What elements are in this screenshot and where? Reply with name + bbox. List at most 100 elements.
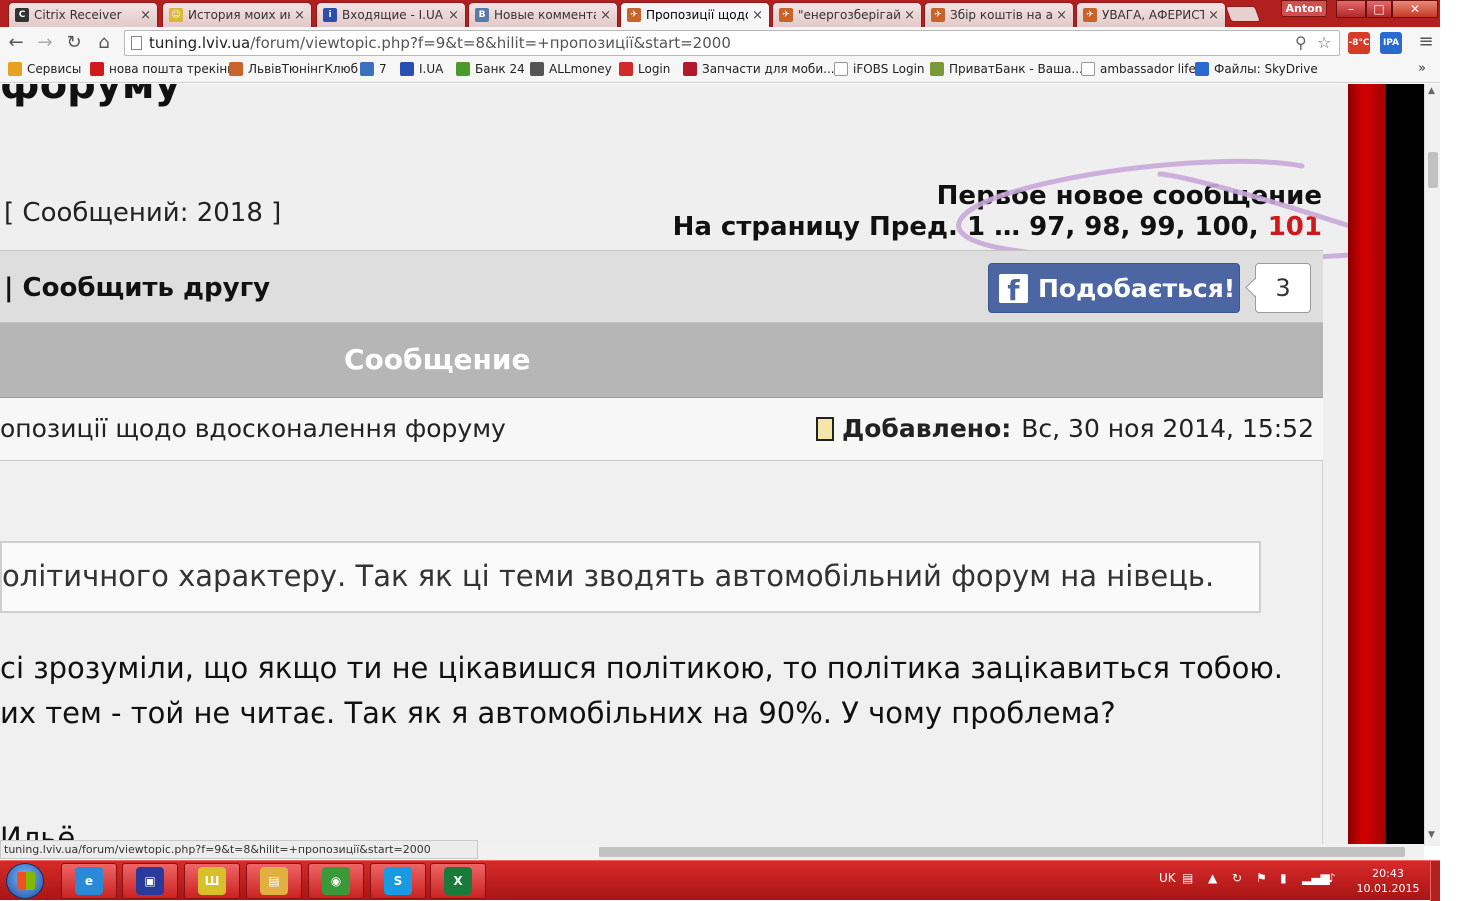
volume-icon[interactable]: ♪ bbox=[1328, 871, 1336, 885]
home-button[interactable]: ⌂ bbox=[92, 31, 116, 55]
scroll-up-icon[interactable]: ▲ bbox=[1428, 86, 1435, 96]
taskbar-app-chrome[interactable]: ◉ bbox=[308, 863, 364, 899]
added-label: Добавлено: bbox=[841, 414, 1012, 443]
quote-block: олітичного характеру. Так як ці теми зво… bbox=[0, 541, 1261, 613]
tab-favicon-icon: ✈ bbox=[779, 8, 793, 22]
zoom-icon[interactable]: ⚲ bbox=[1295, 33, 1307, 52]
tab-title: УВАГА, АФЕРИСТ bbox=[1102, 8, 1205, 22]
menu-icon[interactable]: ≡ bbox=[1416, 31, 1436, 53]
tab-close-icon[interactable]: × bbox=[1056, 8, 1067, 23]
browser-tab[interactable]: ☺ История моих ин × bbox=[162, 2, 312, 27]
tab-title: "енергозберігайк bbox=[798, 8, 901, 22]
vertical-scrollbar[interactable]: ▲ ▼ bbox=[1424, 84, 1440, 846]
bookmark-item[interactable]: Сервисы bbox=[8, 62, 81, 76]
tab-close-icon[interactable]: × bbox=[140, 8, 151, 23]
horizontal-scrollbar[interactable] bbox=[478, 844, 1424, 860]
flag-icon[interactable]: ⚑ bbox=[1256, 871, 1267, 885]
tab-favicon-icon: i bbox=[323, 8, 337, 22]
bookmark-label: Банк 24 bbox=[475, 62, 525, 76]
bookmark-item[interactable]: ambassador life bbox=[1081, 62, 1196, 76]
ipa-extension-icon[interactable]: IPA bbox=[1380, 32, 1402, 54]
taskbar-app-save-disk[interactable]: ▣ bbox=[122, 863, 178, 899]
taskbar-app-skype[interactable]: S bbox=[370, 863, 426, 899]
back-button[interactable]: ← bbox=[4, 31, 28, 55]
tab-favicon-icon: ✈ bbox=[931, 8, 945, 22]
taskbar-app-excel[interactable]: X bbox=[430, 863, 486, 899]
network-icon[interactable]: ▂▄▆ bbox=[1302, 871, 1330, 885]
message-column-header: Сообщение bbox=[0, 323, 1323, 398]
scroll-down-icon[interactable]: ▼ bbox=[1428, 830, 1435, 840]
tab-close-icon[interactable]: × bbox=[600, 8, 611, 23]
first-new-message-link[interactable]: Первое новое сообщение bbox=[937, 181, 1322, 211]
browser-tab[interactable]: ✈ Пропозиції щодо × bbox=[620, 2, 770, 27]
tab-strip: Anton – □ ✕ C Citrix Receiver × ☺ История мо… bbox=[0, 0, 1440, 27]
profile-button[interactable]: Anton bbox=[1281, 0, 1327, 17]
bookmark-item[interactable]: Файлы: SkyDrive bbox=[1195, 62, 1318, 76]
system-clock[interactable]: 20:43 10.01.2015 bbox=[1352, 866, 1424, 896]
tab-title: Входящие - I.UA bbox=[342, 8, 443, 22]
bookmark-item[interactable]: I.UA bbox=[400, 62, 443, 76]
language-indicator[interactable]: UK bbox=[1159, 871, 1176, 885]
forum-title: форуму bbox=[0, 84, 181, 108]
bookmark-item[interactable]: ЛьвівТюнінгКлюб bbox=[229, 62, 358, 76]
start-button[interactable] bbox=[6, 863, 44, 899]
battery-icon[interactable]: ▮ bbox=[1280, 871, 1287, 885]
trident-app-icon: Ш bbox=[198, 867, 226, 895]
close-window-button[interactable]: ✕ bbox=[1392, 0, 1438, 18]
show-desktop-button[interactable] bbox=[1430, 861, 1440, 901]
bookmark-item[interactable]: Login bbox=[619, 62, 670, 76]
tab-close-icon[interactable]: × bbox=[294, 8, 305, 23]
facebook-like-button[interactable]: f Подобається! bbox=[988, 263, 1240, 313]
taskbar-app-internet-explorer[interactable]: e bbox=[61, 863, 117, 899]
address-url[interactable]: tuning.lviv.ua/forum/viewtopic.php?f=9&t… bbox=[149, 34, 731, 52]
tab-close-icon[interactable]: × bbox=[448, 8, 459, 23]
browser-tab[interactable]: ✈ УВАГА, АФЕРИСТ × bbox=[1076, 2, 1226, 27]
horizontal-scroll-thumb[interactable] bbox=[599, 847, 1405, 857]
browser-tab[interactable]: C Citrix Receiver × bbox=[8, 2, 158, 27]
maximize-button[interactable]: □ bbox=[1366, 0, 1392, 18]
post-document-icon[interactable] bbox=[815, 416, 834, 441]
taskbar-app-trident-app[interactable]: Ш bbox=[184, 863, 240, 899]
bookmark-item[interactable]: ALLmoney bbox=[530, 62, 612, 76]
bookmarks-more-icon[interactable]: » bbox=[1418, 61, 1426, 76]
chrome-icon: ◉ bbox=[322, 867, 350, 895]
bookmark-item[interactable]: Банк 24 bbox=[456, 62, 525, 76]
bookmark-favicon-icon bbox=[619, 62, 633, 76]
bookmark-item[interactable]: нова пошта трекінг bbox=[90, 62, 233, 76]
keyboard-icon[interactable]: ▤ bbox=[1182, 871, 1193, 885]
forward-button[interactable]: → bbox=[33, 31, 57, 55]
bookmark-item[interactable]: iFOBS Login bbox=[834, 62, 925, 76]
bookmark-item[interactable]: ПриватБанк - Ваша... bbox=[930, 62, 1083, 76]
minimize-button[interactable]: – bbox=[1336, 0, 1366, 18]
tray-expand-icon[interactable]: ▲ bbox=[1208, 871, 1217, 885]
bookmark-item[interactable]: 7 bbox=[360, 62, 387, 76]
red-side-banner bbox=[1348, 84, 1386, 846]
browser-tab[interactable]: ✈ "енергозберігайк × bbox=[772, 2, 922, 27]
tab-close-icon[interactable]: × bbox=[1208, 8, 1219, 23]
bookmark-item[interactable]: Запчасти для моби... bbox=[683, 62, 835, 76]
tab-favicon-icon: ✈ bbox=[627, 8, 641, 22]
browser-tab[interactable]: ✈ Збір коштів на ав × bbox=[924, 2, 1074, 27]
browser-tab[interactable]: i Входящие - I.UA × bbox=[316, 2, 466, 27]
tell-friend-link[interactable]: | Сообщить другу bbox=[4, 273, 270, 303]
bookmark-label: I.UA bbox=[419, 62, 444, 76]
post-text-line-2: их тем - той не читає. Так як я автомобі… bbox=[0, 696, 1116, 730]
bookmark-star-icon[interactable]: ☆ bbox=[1317, 33, 1331, 52]
pagination-pages[interactable]: 1 … 97, 98, 99, 100, bbox=[967, 212, 1259, 242]
new-tab-button[interactable] bbox=[1225, 6, 1261, 22]
tab-title: Збір коштів на ав bbox=[950, 8, 1053, 22]
browser-tab[interactable]: B Новые коммента × bbox=[468, 2, 618, 27]
bookmark-label: ЛьвівТюнінгКлюб bbox=[248, 62, 359, 76]
pagination-prefix[interactable]: На страницу Пред. bbox=[673, 212, 958, 242]
weather-extension-icon[interactable]: -8°C bbox=[1348, 32, 1370, 54]
black-side-banner bbox=[1386, 84, 1424, 846]
tab-close-icon[interactable]: × bbox=[904, 8, 915, 23]
taskbar-app-file-explorer[interactable]: ▤ bbox=[246, 863, 302, 899]
tab-close-icon[interactable]: × bbox=[752, 8, 763, 23]
bookmark-favicon-icon bbox=[90, 62, 104, 76]
reload-button[interactable]: ↻ bbox=[62, 31, 86, 55]
vertical-scroll-thumb[interactable] bbox=[1428, 152, 1438, 188]
address-bar[interactable]: tuning.lviv.ua/forum/viewtopic.php?f=9&t… bbox=[124, 30, 1340, 56]
sync-icon[interactable]: ↻ bbox=[1232, 871, 1242, 885]
post-subject[interactable]: опозиції щодо вдосконалення форуму bbox=[0, 414, 506, 443]
